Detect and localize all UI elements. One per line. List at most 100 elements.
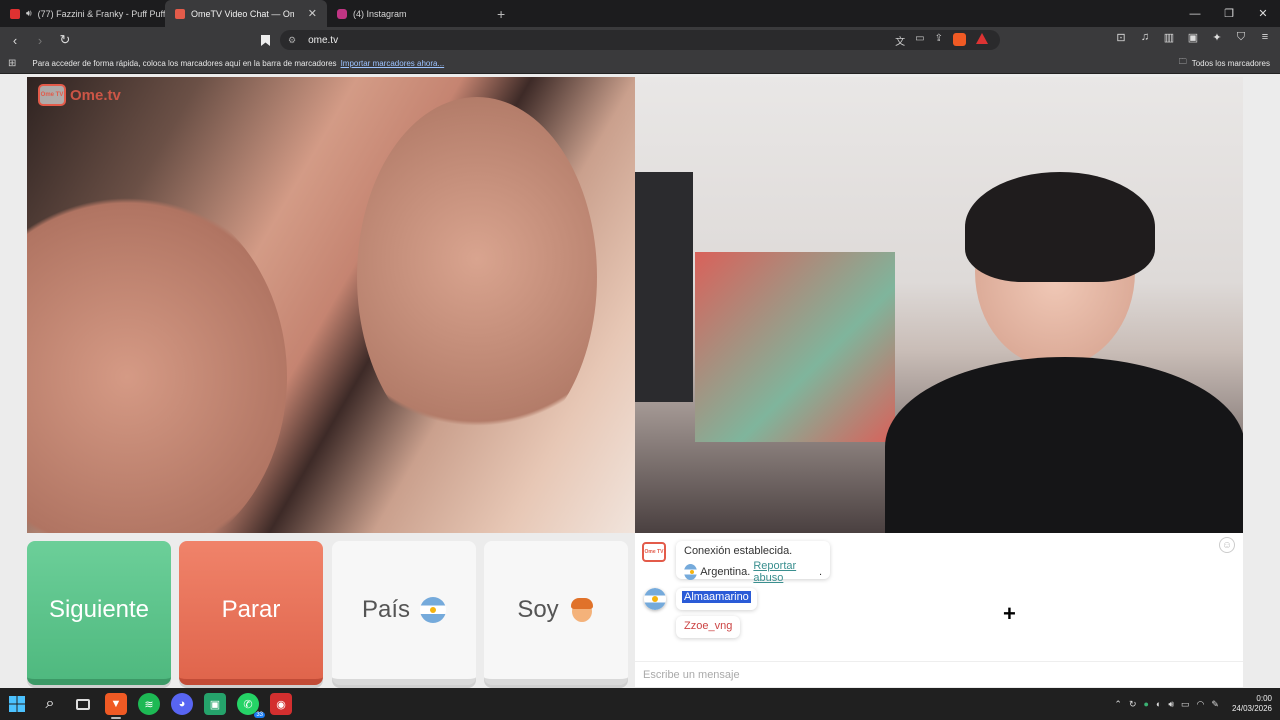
green-dot-icon[interactable]: ● (1143, 699, 1148, 709)
url-actions: 文 ▭ ⇪ (895, 33, 988, 48)
stop-button[interactable]: Parar (179, 541, 323, 685)
speaker-icon: 🔊︎ (26, 8, 32, 18)
gender-button[interactable]: Soy (484, 541, 628, 685)
bookmark-icon[interactable] (256, 30, 274, 50)
report-period: . (818, 566, 822, 578)
video-shape (635, 172, 693, 402)
local-video (635, 77, 1243, 533)
translate-icon[interactable]: 文 (895, 33, 905, 48)
apps-grid-icon[interactable]: ⊞ (8, 58, 16, 69)
connection-text: Conexión establecida. (684, 545, 793, 557)
media-icon[interactable]: ♫ (1138, 31, 1152, 44)
tab-title: (77) Fazzini & Franky - Puff Puff P (37, 8, 165, 19)
back-icon[interactable]: ‹ (5, 30, 25, 50)
ometv-icon (175, 8, 185, 19)
stranger-avatar (644, 588, 666, 610)
brave-browser-icon[interactable]: ▼ (105, 693, 127, 719)
ometv-logo: Ome TV Ome.tv (38, 84, 121, 106)
country-text: Argentina. (700, 566, 751, 578)
minimize-icon[interactable]: — (1178, 0, 1212, 27)
forward-icon[interactable]: › (30, 30, 50, 50)
gender-label: Soy (517, 596, 559, 623)
start-icon[interactable] (6, 693, 28, 715)
vpn-icon[interactable]: ⛉ (1234, 31, 1248, 44)
system-tray: ⌃ ↻ ● ◐ 🔊︎ ▭ ◠ ✎ 0:00 24/03/2026 (1114, 688, 1272, 720)
tab-title: OmeTV Video Chat — Omeg (191, 8, 294, 19)
argentina-flag-icon (644, 588, 666, 610)
search-icon[interactable]: ⌕ (39, 693, 61, 715)
emoji-icon[interactable]: ☺ (1219, 537, 1235, 553)
crosshair-cursor-icon: + (1003, 601, 1016, 626)
report-abuse-link[interactable]: Reportar abuso (753, 560, 816, 584)
import-bookmarks-link[interactable]: Importar marcadores ahora... (341, 59, 445, 68)
game-icon[interactable]: ▣ (204, 693, 226, 715)
all-bookmarks-button[interactable]: 🗀︎ Todos los marcadores (1179, 56, 1270, 70)
video-shape (695, 252, 895, 442)
system-message: Conexión establecida. Argentina. Reporta… (676, 541, 830, 584)
tab-title: (4) Instagram (353, 8, 407, 19)
youtube-icon (10, 8, 20, 19)
spotify-icon[interactable]: ≋ (138, 693, 160, 715)
app-icon[interactable]: ◉ (270, 693, 292, 715)
tab-youtube[interactable]: 🔊︎ (77) Fazzini & Franky - Puff Puff P (0, 0, 165, 27)
country-label: País (361, 596, 411, 623)
message-text: Almaamarino (682, 591, 751, 603)
brave-shields-icon[interactable] (953, 33, 966, 46)
tab-ometv[interactable]: OmeTV Video Chat — Omeg ✕ (165, 0, 327, 27)
display-icon[interactable]: ▭ (1181, 699, 1190, 710)
video-shape (965, 172, 1155, 282)
clock-time: 0:00 (1256, 694, 1272, 703)
chat-panel: Ome TV Conexión establecida. Argentina. … (635, 533, 1243, 687)
url-text: ome.tv (308, 34, 339, 46)
ometv-tv-icon: Ome TV (642, 542, 666, 562)
discord-icon[interactable]: ◕ (171, 693, 193, 715)
whatsapp-icon[interactable]: ✆ 33 (237, 693, 265, 718)
close-window-icon[interactable]: ✕ (1246, 0, 1280, 27)
clock[interactable]: 0:00 24/03/2026 (1232, 694, 1272, 714)
reload-icon[interactable]: ↻ (55, 30, 75, 50)
close-tab-icon[interactable]: ✕ (308, 7, 317, 20)
instagram-icon (337, 8, 347, 19)
message-input[interactable]: Escribe un mensaje (635, 661, 1243, 687)
video-shape (27, 187, 287, 533)
country-button[interactable]: País (332, 541, 476, 685)
video-shape (357, 97, 597, 457)
steam-icon[interactable]: ◐ (1156, 699, 1161, 709)
task-view-icon[interactable] (72, 693, 94, 715)
tab-instagram[interactable]: (4) Instagram (327, 0, 487, 27)
volume-icon[interactable]: 🔊︎ (1168, 699, 1174, 710)
new-tab-button[interactable]: + (497, 6, 505, 22)
pen-icon[interactable]: ✎ (1211, 699, 1219, 710)
stop-label: Parar (221, 596, 281, 623)
boy-icon (569, 597, 595, 623)
share-icon[interactable]: ⇪ (935, 33, 943, 48)
sidebar-icon[interactable]: ▥ (1162, 31, 1176, 44)
message-text: Zzoe_vng (684, 620, 733, 632)
sync-icon[interactable]: ↻ (1129, 699, 1137, 710)
windows-taskbar: ⌕ ▼ ≋ ◕ ▣ ✆ 33 ◉ ⌃ ↻ ● ◐ 🔊︎ ▭ ◠ ✎ 0:00 24… (0, 688, 1280, 720)
ometv-tv-icon: Ome TV (38, 84, 66, 106)
leo-icon[interactable]: ✦ (1210, 31, 1224, 44)
toolbar-right: ⊡ ♫ ▥ ▣ ✦ ⛉ ≡ (1114, 31, 1272, 44)
url-field[interactable]: ⚙︎ ome.tv 文 ▭ ⇪ (280, 30, 1000, 50)
wallet-icon[interactable]: ▣ (1186, 31, 1200, 44)
chevron-up-icon[interactable]: ⌃ (1114, 699, 1122, 710)
screenshot-icon[interactable]: ⊡ (1114, 31, 1128, 44)
whatsapp-badge: 33 (254, 712, 265, 718)
chat-message: Almaamarino (676, 588, 757, 610)
restore-icon[interactable]: ❐ (1212, 0, 1246, 27)
wifi-icon[interactable]: ◠ (1197, 699, 1205, 710)
ometv-logo-text: Ome.tv (70, 86, 121, 104)
chat-message: Zzoe_vng (676, 616, 741, 638)
next-button[interactable]: Siguiente (27, 541, 171, 685)
brave-rewards-icon[interactable] (976, 33, 988, 44)
menu-icon[interactable]: ≡ (1258, 31, 1272, 44)
bookmarks-bar: ⊞ Para acceder de forma rápida, coloca l… (0, 53, 1280, 74)
site-info-icon[interactable]: ⚙︎ (288, 35, 296, 46)
folder-icon: 🗀︎ (1178, 57, 1187, 66)
tab-strip: 🔊︎ (77) Fazzini & Franky - Puff Puff P O… (0, 0, 1280, 27)
remote-video: Ome TV Ome.tv (27, 77, 635, 533)
cast-icon[interactable]: ▭ (915, 33, 924, 48)
bookmarks-hint: Para acceder de forma rápida, coloca los… (32, 58, 337, 68)
next-label: Siguiente (48, 596, 150, 623)
